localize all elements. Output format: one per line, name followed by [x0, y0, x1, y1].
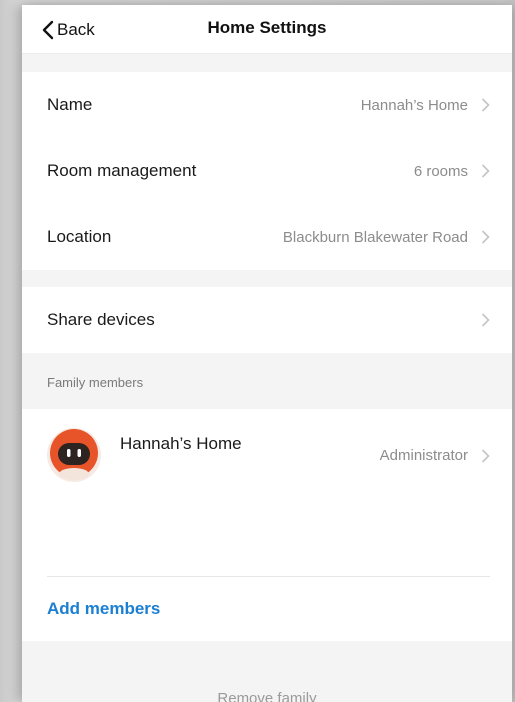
chevron-right-icon — [481, 164, 490, 178]
chevron-right-icon — [481, 98, 490, 112]
room-management-label: Room management — [47, 161, 197, 180]
share-devices-row[interactable]: Share devices — [22, 287, 512, 353]
member-name: Hannah’s Home — [120, 434, 242, 453]
family-members-caption: Family members — [47, 375, 144, 390]
section-gap — [22, 270, 512, 287]
location-label: Location — [47, 227, 112, 246]
robot-avatar-icon — [47, 428, 101, 482]
section-gap — [22, 54, 512, 72]
divider — [47, 576, 490, 577]
chevron-right-icon — [481, 230, 490, 244]
page-title: Home Settings — [207, 18, 327, 37]
remove-family-button[interactable]: Remove family — [22, 690, 512, 702]
share-devices-label: Share devices — [47, 310, 155, 329]
name-row[interactable]: Name Hannah’s Home — [22, 72, 512, 138]
chevron-right-icon — [481, 313, 490, 327]
location-value: Blackburn Blakewater Road — [282, 228, 468, 246]
chevron-right-icon — [481, 449, 490, 463]
navigation-bar: Back Home Settings — [22, 5, 512, 54]
name-label: Name — [47, 95, 93, 114]
add-members-button[interactable]: Add members — [47, 599, 160, 619]
room-count-value: 6 rooms — [413, 162, 468, 180]
family-member-row[interactable]: Hannah’s Home Administrator — [22, 409, 512, 505]
member-role: Administrator — [379, 447, 468, 464]
home-settings-screen: Back Home Settings Name Hannah’s Home Ro… — [22, 5, 512, 702]
location-row[interactable]: Location Blackburn Blakewater Road — [22, 204, 512, 270]
room-management-row[interactable]: Room management 6 rooms — [22, 138, 512, 204]
name-value: Hannah’s Home — [360, 96, 468, 114]
